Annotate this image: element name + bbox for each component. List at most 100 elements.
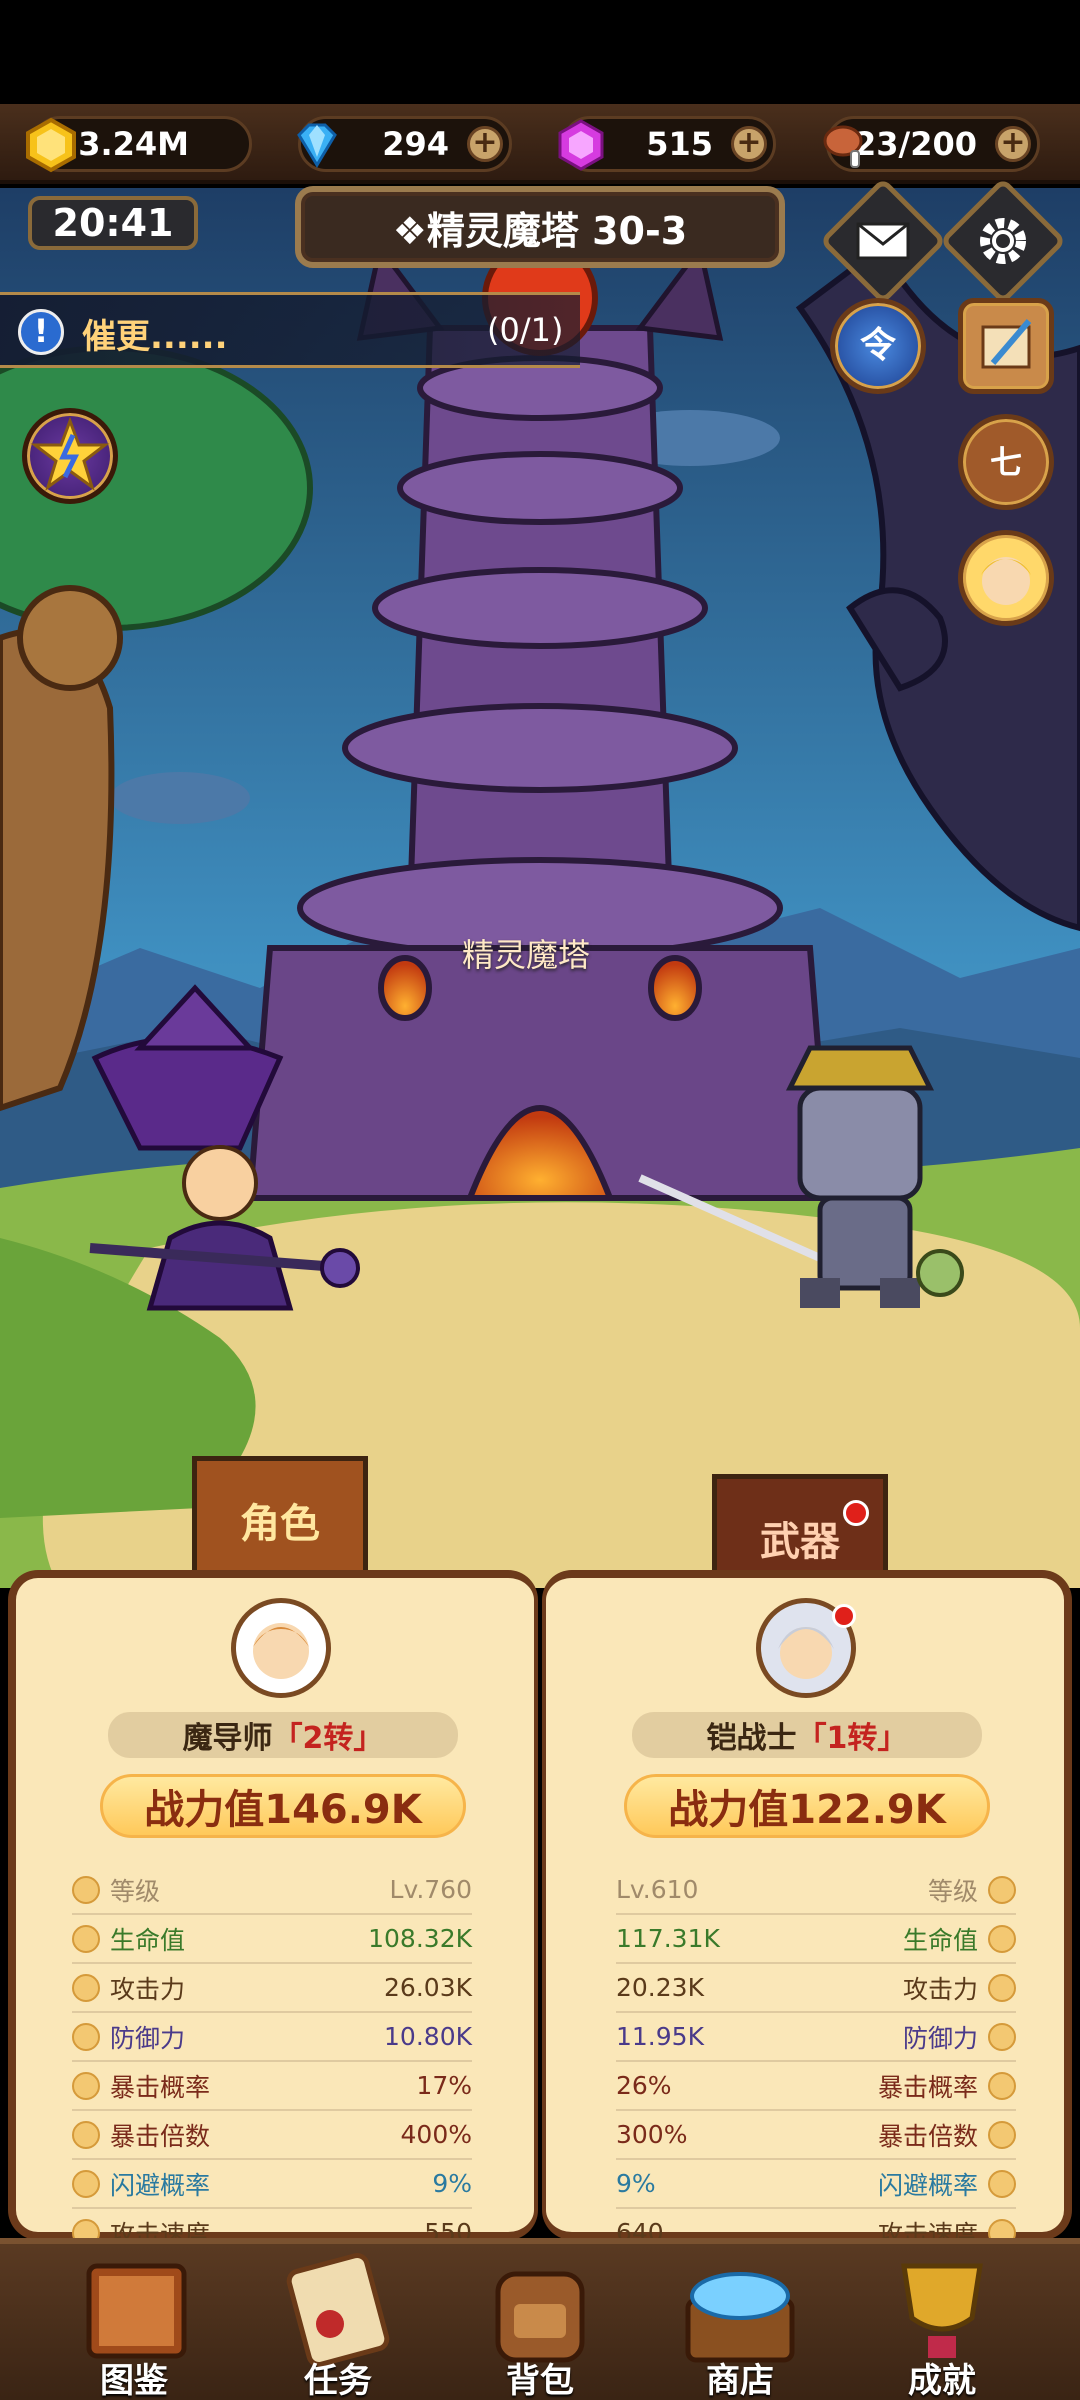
stat-row: 11.95K 防御力 <box>616 2013 1016 2062</box>
stat-row: 等级 Lv.760 <box>72 1866 472 1915</box>
scene-illustration <box>0 188 1080 1588</box>
stat-value: 300% <box>616 2120 688 2149</box>
blue-diamond-icon <box>297 123 337 168</box>
diamond-amount: 294 <box>382 125 449 163</box>
stat-value: 108.32K <box>368 1924 472 1953</box>
nav-quests[interactable]: 任务 <box>238 2244 438 2400</box>
character-stats-page: 魔导师 「2转」 战力值146.9K 等级 Lv.760 生命值 108.32K 攻击力 2… <box>8 1570 538 2258</box>
stat-row: 117.31K 生命值 <box>616 1915 1016 1964</box>
stat-label: 暴击概率 <box>877 2072 978 2102</box>
game-clock: 20:41 <box>28 196 198 250</box>
quest-text: 催更...... <box>82 317 228 357</box>
seven-day-icon: 七 <box>989 443 1022 481</box>
order-badge-button[interactable]: 令 <box>830 298 926 394</box>
stat-value: 26% <box>616 2071 672 2100</box>
stat-value: 17% <box>416 2071 472 2100</box>
battle-scene <box>0 188 1080 1588</box>
stamina-counter[interactable]: 23/200 + <box>823 116 1040 172</box>
mage-portrait[interactable] <box>231 1598 331 1698</box>
stat-label: 防御力 <box>110 2023 186 2053</box>
envelope-icon <box>856 222 910 260</box>
stat-icon <box>988 1973 1016 2002</box>
stat-row: 生命值 108.32K <box>72 1915 472 1964</box>
diamond-counter[interactable]: 294 + <box>297 116 512 172</box>
gold-coin-icon <box>26 117 76 173</box>
add-diamond-button[interactable]: + <box>467 126 503 162</box>
add-gem-button[interactable]: + <box>731 126 767 162</box>
stat-row: 300% 暴击倍数 <box>616 2111 1016 2160</box>
stat-icon <box>72 1875 100 1904</box>
stat-row: 闪避概率 9% <box>72 2160 472 2209</box>
stat-label: 等级 <box>110 1876 161 1906</box>
stat-icon <box>988 2169 1016 2198</box>
nav-achievements-label: 成就 <box>908 2361 976 2400</box>
stat-icon <box>72 1973 100 2002</box>
stat-label: 暴击倍数 <box>110 2121 211 2151</box>
stat-label: 防御力 <box>902 2023 978 2053</box>
quest-progress: (0/1) <box>487 311 564 349</box>
nav-bag-label: 背包 <box>506 2361 574 2400</box>
stat-value: 10.80K <box>384 2022 472 2051</box>
gem-amount: 515 <box>646 125 713 163</box>
nav-achievements[interactable]: 成就 <box>842 2244 1042 2400</box>
tab-character[interactable]: 角色 <box>192 1456 368 1584</box>
nav-codex[interactable]: 图鉴 <box>34 2244 234 2400</box>
stat-icon <box>988 2071 1016 2100</box>
bottom-nav: 图鉴 任务 背包 商店 成就 <box>0 2238 1080 2400</box>
stat-label: 生命值 <box>902 1925 978 1955</box>
stat-icon <box>988 2022 1016 2051</box>
hero-avatar-button[interactable] <box>958 530 1054 626</box>
quest-tracker[interactable]: ! 催更...... (0/1) <box>0 292 580 368</box>
portrait-notification-dot <box>832 1604 856 1628</box>
stat-label: 等级 <box>927 1876 978 1906</box>
stat-row: 防御力 10.80K <box>72 2013 472 2062</box>
stat-label: 闪避概率 <box>110 2170 211 2200</box>
stat-label: 攻击力 <box>902 1974 978 2004</box>
gold-counter[interactable]: 53.24M <box>26 116 252 173</box>
stat-label: 闪避概率 <box>877 2170 978 2200</box>
seven-day-button[interactable]: 七 <box>958 414 1054 510</box>
resource-bar: 53.24M 294 + 515 + 23/200 + <box>0 104 1080 184</box>
stat-icon <box>988 1924 1016 1953</box>
hero-face-icon <box>981 557 1031 605</box>
status-bar <box>0 0 1080 104</box>
stat-value: 11.95K <box>616 2022 704 2051</box>
stat-icon <box>72 2169 100 2198</box>
stat-row: 攻击力 26.03K <box>72 1964 472 2013</box>
add-stamina-button[interactable]: + <box>995 126 1031 162</box>
skill-star-button[interactable] <box>22 408 118 504</box>
weapon-stats-page: 铠战士 「1转」 战力值122.9K Lv.610 等级 117.31K 生命值 20.2… <box>542 1570 1072 2258</box>
scroll-quill-button[interactable] <box>958 298 1054 394</box>
combat-power: 战力值146.9K <box>100 1774 466 1838</box>
tower-name-label: 精灵魔塔 <box>462 936 591 974</box>
nav-bag[interactable]: 背包 <box>440 2244 640 2400</box>
stat-icon <box>988 1875 1016 1904</box>
order-badge-icon: 令 <box>859 325 896 366</box>
mage-face-icon <box>253 1623 309 1679</box>
purple-gem-icon <box>558 119 604 171</box>
nav-shop[interactable]: 商店 <box>640 2244 840 2400</box>
stat-row: 暴击概率 17% <box>72 2062 472 2111</box>
stat-value: 117.31K <box>616 1924 720 1953</box>
exclamation-icon: ! <box>18 309 64 355</box>
stat-icon <box>72 2071 100 2100</box>
stat-row: 暴击倍数 400% <box>72 2111 472 2160</box>
gem-counter[interactable]: 515 + <box>558 116 776 172</box>
nav-shop-label: 商店 <box>706 2361 774 2400</box>
nav-codex-label: 图鉴 <box>100 2361 168 2400</box>
stat-label: 暴击概率 <box>110 2072 211 2102</box>
stage-title-button[interactable]: ❖精灵魔塔 30-3 <box>295 186 785 268</box>
stat-icon <box>988 2120 1016 2149</box>
stat-row: Lv.610 等级 <box>616 1866 1016 1915</box>
class-rank: 「1转」 <box>796 1721 908 1756</box>
stat-row: 20.23K 攻击力 <box>616 1964 1016 2013</box>
notification-dot <box>843 1500 869 1526</box>
stat-value: 9% <box>616 2169 656 2198</box>
class-name-bar: 魔导师 「2转」 <box>108 1712 458 1758</box>
meat-icon <box>823 125 863 168</box>
stat-label: 攻击力 <box>110 1974 186 2004</box>
combat-power: 战力值122.9K <box>624 1774 990 1838</box>
nav-quests-label: 任务 <box>304 2361 372 2400</box>
stat-value: 400% <box>400 2120 472 2149</box>
stat-value: 9% <box>432 2169 472 2198</box>
